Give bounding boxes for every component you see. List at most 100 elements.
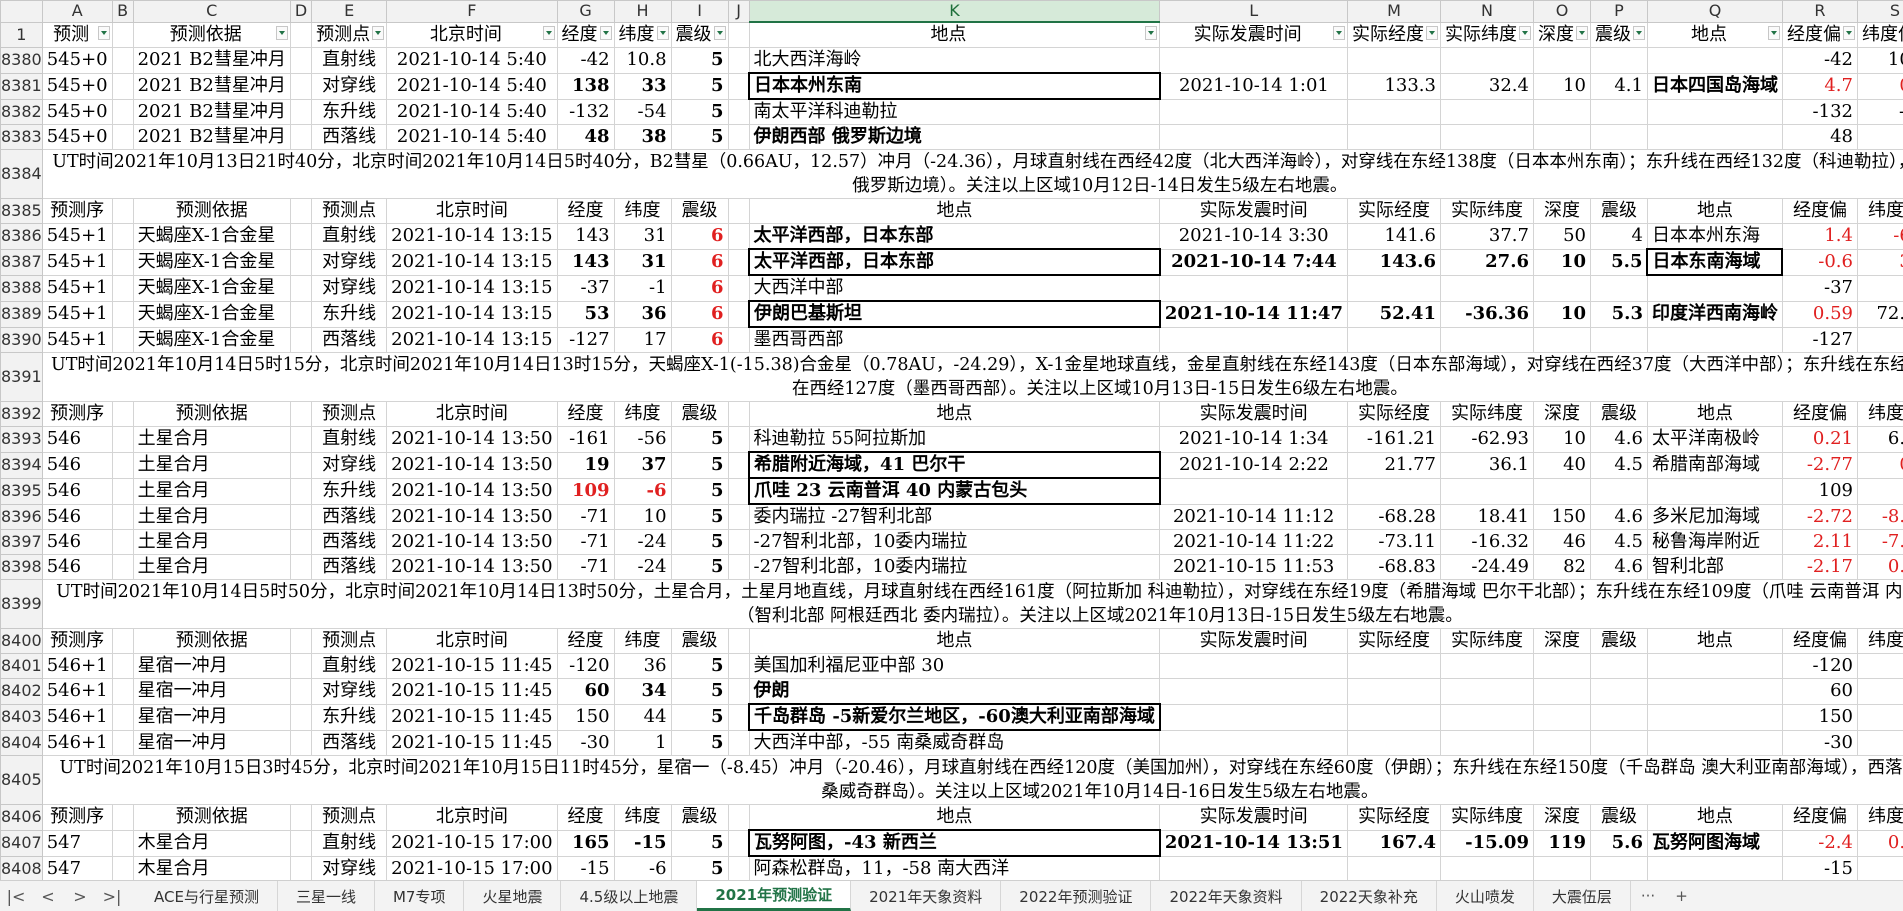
cell-L[interactable]: 2021-10-14 13:51 [1160,830,1348,856]
cell-E[interactable]: 对穿线 [312,73,387,99]
cell-C[interactable]: 预测依据 [133,402,290,427]
cell-A[interactable]: 546 [42,452,112,478]
cell-O[interactable]: 46 [1533,530,1590,555]
filter-header-R[interactable]: 经度偏 [1782,22,1857,48]
cell-G[interactable]: -132 [557,99,614,125]
cell-C[interactable]: 2021 B2彗星冲月 [133,73,290,99]
cell-K[interactable]: 委内瑞拉 -27智利北部 [749,504,1160,530]
cell-K[interactable]: 伊朗 [749,679,1160,705]
cell-K[interactable]: -27智利北部，10委内瑞拉 [749,530,1160,555]
row-number[interactable]: 8390 [1,327,43,353]
cell-P[interactable]: 4 [1590,224,1647,250]
cell-P[interactable] [1590,856,1647,880]
cell-D[interactable] [290,275,311,301]
filter-dropdown-icon[interactable] [276,26,288,40]
cell-J[interactable] [728,301,749,327]
cell-M[interactable] [1347,856,1440,880]
cell-J[interactable] [728,73,749,99]
cell-B[interactable] [112,73,133,99]
cell-H[interactable]: 纬度 [614,402,671,427]
cell-D[interactable] [290,830,311,856]
add-sheet-button[interactable]: + [1665,881,1698,911]
cell-E[interactable]: 预测点 [312,402,387,427]
cell-O[interactable]: 150 [1533,504,1590,530]
cell-F[interactable]: 2021-10-14 13:15 [387,301,557,327]
cell-M[interactable] [1347,679,1440,705]
cell-N[interactable]: 36.1 [1440,452,1533,478]
cell-L[interactable]: 实际发震时间 [1160,629,1348,654]
cell-O[interactable] [1533,48,1590,74]
cell-I[interactable]: 6 [671,327,728,353]
cell-P[interactable] [1590,99,1647,125]
cell-L[interactable]: 实际发震时间 [1160,805,1348,831]
sheet-tab[interactable]: 大震伍层 [1534,881,1631,911]
cell-N[interactable]: 37.7 [1440,224,1533,250]
cell-P[interactable]: 5.3 [1590,301,1647,327]
cell-J[interactable] [728,327,749,353]
cell-R[interactable]: 1.4 [1782,224,1857,250]
cell-B[interactable] [112,530,133,555]
cell-J[interactable] [728,629,749,654]
filter-header-J[interactable] [728,22,749,48]
filter-header-Q[interactable]: 地点 [1647,22,1782,48]
filter-dropdown-icon[interactable] [657,26,669,40]
cell-C[interactable]: 土星合月 [133,530,290,555]
cell-S[interactable]: 34 [1857,679,1903,705]
cell-N[interactable] [1440,704,1533,730]
cell-Q[interactable] [1647,654,1782,679]
cell-S[interactable]: -7.68 [1857,530,1903,555]
filter-header-M[interactable]: 实际经度 [1347,22,1440,48]
cell-I[interactable]: 5 [671,830,728,856]
cell-L[interactable] [1160,704,1348,730]
cell-R[interactable]: -0.6 [1782,249,1857,275]
cell-D[interactable] [290,199,311,224]
cell-A[interactable]: 546 [42,478,112,504]
sheet-tab[interactable]: 2022天象补充 [1302,881,1437,911]
cell-K[interactable]: 科迪勒拉 55阿拉斯加 [749,427,1160,453]
row-number[interactable]: 1 [1,22,43,48]
filter-dropdown-icon[interactable] [98,26,110,40]
cell-B[interactable] [112,275,133,301]
cell-N[interactable] [1440,327,1533,353]
cell-N[interactable]: 32.4 [1440,73,1533,99]
row-number[interactable]: 8405 [1,756,43,805]
cell-Q[interactable] [1647,99,1782,125]
cell-D[interactable] [290,48,311,74]
cell-O[interactable]: 119 [1533,830,1590,856]
cell-I[interactable]: 震级 [671,199,728,224]
cell-Q[interactable] [1647,478,1782,504]
sheet-tab[interactable]: 三星一线 [278,881,375,911]
cell-D[interactable] [290,249,311,275]
cell-L[interactable]: 实际发震时间 [1160,199,1348,224]
cell-G[interactable]: 150 [557,704,614,730]
filter-header-O[interactable]: 深度 [1533,22,1590,48]
cell-H[interactable]: 38 [614,125,671,150]
cell-B[interactable] [112,504,133,530]
filter-header-B[interactable] [112,22,133,48]
cell-R[interactable]: -127 [1782,327,1857,353]
cell-I[interactable]: 5 [671,478,728,504]
cell-J[interactable] [728,199,749,224]
cell-N[interactable] [1440,125,1533,150]
cell-G[interactable]: 143 [557,224,614,250]
filter-dropdown-icon[interactable] [1145,26,1157,40]
cell-I[interactable]: 6 [671,224,728,250]
cell-G[interactable]: -71 [557,530,614,555]
cell-O[interactable]: 40 [1533,452,1590,478]
cell-A[interactable]: 546+1 [42,679,112,705]
cell-G[interactable]: 143 [557,249,614,275]
cell-P[interactable] [1590,275,1647,301]
column-header-D[interactable]: D [290,1,311,23]
cell-D[interactable] [290,427,311,453]
cell-E[interactable]: 西落线 [312,555,387,580]
cell-M[interactable]: 52.41 [1347,301,1440,327]
cell-S[interactable]: 44 [1857,704,1903,730]
cell-S[interactable]: 38 [1857,125,1903,150]
cell-K[interactable]: 太平洋西部，日本东部 [749,224,1160,250]
cell-L[interactable]: 2021-10-14 7:44 [1160,249,1348,275]
cell-Q[interactable]: 日本东南海域 [1647,249,1782,275]
cell-F[interactable]: 2021-10-14 5:40 [387,73,557,99]
cell-H[interactable]: 纬度 [614,805,671,831]
cell-E[interactable]: 预测点 [312,199,387,224]
cell-O[interactable]: 10 [1533,73,1590,99]
